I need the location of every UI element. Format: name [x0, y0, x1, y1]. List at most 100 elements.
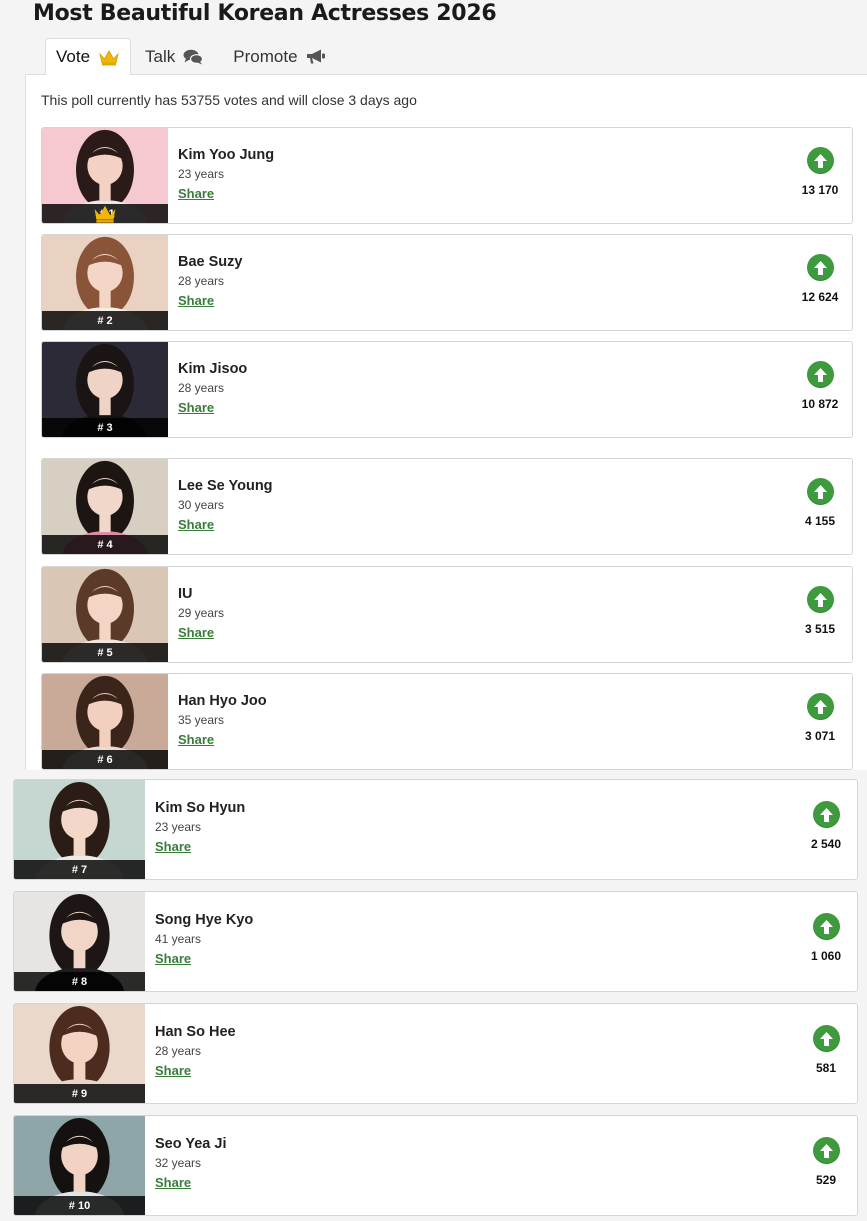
rank-label: # 4	[97, 538, 113, 551]
candidate-age: 28 years	[178, 381, 225, 395]
tab-talk-label: Talk	[145, 46, 176, 66]
share-link[interactable]: Share	[155, 1063, 191, 1078]
tab-vote[interactable]: Vote	[45, 38, 132, 75]
tab-talk[interactable]: Talk	[134, 38, 214, 75]
candidate-photo[interactable]: # 7	[14, 780, 145, 879]
candidate-photo[interactable]: # 2	[42, 235, 168, 330]
chat-bubbles-icon	[183, 49, 204, 65]
candidate-name[interactable]: Kim Yoo Jung	[178, 147, 274, 163]
rank-label: # 2	[97, 314, 113, 327]
share-link[interactable]: Share	[178, 625, 214, 640]
megaphone-icon	[306, 48, 326, 65]
rank-label: # 6	[97, 753, 113, 766]
candidate-info: Kim Jisoo 28 years Share	[178, 342, 247, 417]
candidate-info: Kim Yoo Jung 23 years Share	[178, 128, 274, 203]
candidate-info: Seo Yea Ji 32 years Share	[155, 1116, 226, 1192]
rank-label: # 3	[97, 421, 113, 434]
candidate-card: # 5 IU 29 years Share 3 515	[41, 566, 853, 663]
upvote-button[interactable]	[812, 1137, 840, 1164]
rank-label: # 5	[97, 646, 113, 659]
vote-area: 581	[796, 1004, 856, 1075]
upvote-button[interactable]	[812, 801, 840, 828]
share-link[interactable]: Share	[178, 400, 214, 415]
candidate-card: # 3 Kim Jisoo 28 years Share 10 872	[41, 341, 853, 438]
share-link[interactable]: Share	[178, 517, 214, 532]
candidate-name[interactable]: Han Hyo Joo	[178, 693, 267, 709]
vote-count: 2 540	[810, 837, 842, 851]
share-link[interactable]: Share	[155, 839, 191, 854]
candidate-photo[interactable]: # 3	[42, 342, 168, 437]
candidate-photo[interactable]: # 5	[42, 567, 168, 662]
candidate-photo[interactable]: # 1	[42, 128, 168, 223]
vote-count: 10 872	[801, 397, 839, 411]
candidate-name[interactable]: Bae Suzy	[178, 254, 242, 270]
candidate-info: Han Hyo Joo 35 years Share	[178, 674, 267, 749]
share-link[interactable]: Share	[155, 1175, 191, 1190]
upvote-button[interactable]	[806, 147, 834, 174]
candidate-name[interactable]: Lee Se Young	[178, 478, 273, 494]
share-link[interactable]: Share	[155, 951, 191, 966]
rank-badge: # 3	[42, 418, 168, 437]
upvote-button[interactable]	[812, 913, 840, 940]
share-link[interactable]: Share	[178, 293, 214, 308]
rank-label: # 7	[71, 863, 88, 876]
candidate-name[interactable]: IU	[178, 586, 224, 602]
share-link[interactable]: Share	[178, 186, 214, 201]
candidate-name[interactable]: Kim So Hyun	[155, 800, 245, 816]
share-link[interactable]: Share	[178, 732, 214, 747]
arrow-up-icon	[813, 260, 827, 275]
arrow-up-icon	[813, 699, 827, 714]
candidate-photo[interactable]: # 10	[14, 1116, 145, 1215]
candidate-card: # 4 Lee Se Young 30 years Share 4 155	[41, 458, 853, 555]
upvote-button[interactable]	[806, 693, 834, 720]
candidate-age: 28 years	[178, 274, 225, 288]
upvote-button[interactable]	[806, 478, 834, 505]
arrow-up-icon	[819, 1031, 833, 1046]
candidate-photo[interactable]: # 4	[42, 459, 168, 554]
rank-label: # 8	[71, 975, 88, 988]
tab-bar: Vote Talk Promote	[45, 38, 337, 75]
candidate-card: # 8 Song Hye Kyo 41 years Share 1 060	[13, 891, 858, 992]
vote-count: 4 155	[804, 514, 836, 528]
candidate-card: # 6 Han Hyo Joo 35 years Share 3 071	[41, 673, 853, 770]
vote-area: 10 872	[790, 342, 850, 411]
vote-area: 1 060	[796, 892, 856, 963]
rank-badge: # 1	[42, 204, 168, 223]
arrow-up-icon	[819, 807, 833, 822]
candidate-photo[interactable]: # 9	[14, 1004, 145, 1103]
candidate-photo[interactable]: # 6	[42, 674, 168, 769]
upvote-button[interactable]	[806, 361, 834, 388]
vote-area: 3 515	[790, 567, 850, 636]
candidate-name[interactable]: Kim Jisoo	[178, 361, 247, 377]
candidate-info: Song Hye Kyo 41 years Share	[155, 892, 253, 968]
vote-count: 13 170	[801, 183, 839, 197]
candidate-info: Lee Se Young 30 years Share	[178, 459, 273, 534]
vote-count: 3 515	[804, 622, 836, 636]
candidate-age: 23 years	[178, 167, 225, 181]
candidate-card: # 9 Han So Hee 28 years Share 581	[13, 1003, 858, 1104]
candidate-info: Han So Hee 28 years Share	[155, 1004, 236, 1080]
upvote-button[interactable]	[812, 1025, 840, 1052]
candidate-info: Bae Suzy 28 years Share	[178, 235, 242, 310]
candidate-name[interactable]: Seo Yea Ji	[155, 1136, 226, 1152]
vote-area: 12 624	[790, 235, 850, 304]
candidate-age: 29 years	[178, 606, 225, 620]
candidate-age: 30 years	[178, 498, 225, 512]
vote-area: 3 071	[790, 674, 850, 743]
vote-count: 581	[815, 1061, 837, 1075]
candidate-age: 41 years	[155, 932, 202, 946]
vote-area: 2 540	[796, 780, 856, 851]
candidate-name[interactable]: Song Hye Kyo	[155, 912, 253, 928]
rank-badge: # 6	[42, 750, 168, 769]
tab-promote[interactable]: Promote	[222, 38, 336, 75]
candidate-photo[interactable]: # 8	[14, 892, 145, 991]
rank-badge: # 5	[42, 643, 168, 662]
upvote-button[interactable]	[806, 254, 834, 281]
arrow-up-icon	[813, 367, 827, 382]
upvote-button[interactable]	[806, 586, 834, 613]
vote-area: 529	[796, 1116, 856, 1187]
vote-area: 4 155	[790, 459, 850, 528]
candidate-name[interactable]: Han So Hee	[155, 1024, 236, 1040]
vote-count: 3 071	[804, 729, 836, 743]
vote-count: 1 060	[810, 949, 842, 963]
